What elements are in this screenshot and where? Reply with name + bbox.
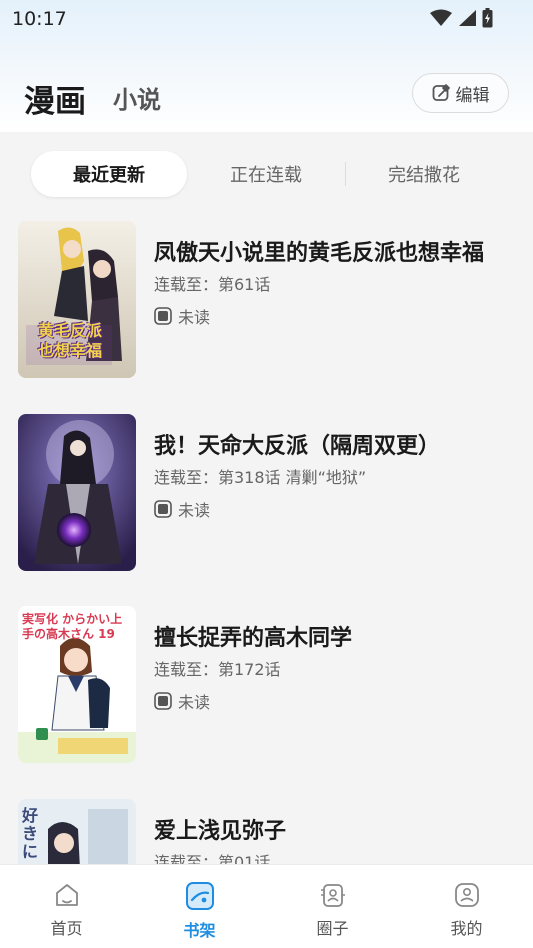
battery-icon <box>482 8 493 28</box>
tab-novels[interactable]: 小说 <box>113 80 161 115</box>
bottom-nav: 首页 书架 圈子 我的 <box>0 864 533 948</box>
tab-completed[interactable]: 完结撒花 <box>348 151 500 197</box>
nav-circle[interactable]: 圈子 <box>266 865 399 948</box>
comic-cover[interactable]: 好きに <box>18 799 136 864</box>
read-status: 未读 <box>154 689 210 713</box>
read-status-label: 未读 <box>178 308 211 327</box>
edit-icon <box>432 84 450 101</box>
nav-label: 书架 <box>183 921 216 940</box>
page-title-comics[interactable]: 漫画 <box>24 76 86 121</box>
tab-recent-updates[interactable]: 最近更新 <box>31 151 187 197</box>
circle-icon <box>320 884 345 907</box>
cover-text: 実写化 からかい上手の高木さん 19 <box>22 612 123 641</box>
unread-icon <box>154 307 172 325</box>
tab-label: 完结撒花 <box>388 165 460 186</box>
filter-tabs: 最近更新 正在连载 完结撒花 <box>0 132 533 212</box>
comic-title[interactable]: 爱上浅见弥子 <box>154 813 514 845</box>
cover-text: 黄毛反派 也想幸福 <box>38 321 103 360</box>
edit-button-label: 编辑 <box>455 85 490 106</box>
top-header-area: 10:17 漫画 小说 编辑 <box>0 0 533 132</box>
comic-list-item[interactable]: 黄毛反派 也想幸福 凤傲天小说里的黄毛反派也想幸福 连载至：第61话 未读 <box>0 221 533 381</box>
signal-icon <box>459 10 476 26</box>
comic-progress: 连载至：第172话 <box>154 660 281 679</box>
cover-text: 好きに <box>22 806 39 861</box>
tab-ongoing[interactable]: 正在连载 <box>190 151 342 197</box>
edit-button[interactable]: 编辑 <box>412 73 509 113</box>
comic-progress: 连载至：第01话 <box>154 853 271 864</box>
nav-bookshelf[interactable]: 书架 <box>133 865 266 948</box>
read-status-label: 未读 <box>178 501 211 520</box>
status-bar: 10:17 <box>0 0 533 38</box>
comic-cover[interactable] <box>18 414 136 571</box>
nav-label: 首页 <box>50 919 83 938</box>
wifi-icon <box>430 9 452 26</box>
comic-list: 黄毛反派 也想幸福 凤傲天小说里的黄毛反派也想幸福 连载至：第61话 未读 我！… <box>0 212 533 864</box>
comic-cover[interactable]: 実写化 からかい上手の高木さん 19 <box>18 606 136 763</box>
unread-icon <box>154 692 172 710</box>
status-icons <box>430 8 493 28</box>
comic-list-item[interactable]: 好きに 爱上浅见弥子 连载至：第01话 <box>0 799 533 864</box>
read-status-label: 未读 <box>178 693 211 712</box>
status-time: 10:17 <box>12 8 67 30</box>
tab-label: 最近更新 <box>73 165 145 186</box>
read-status: 未读 <box>154 497 210 521</box>
comic-list-item[interactable]: 我！天命大反派（隔周双更） 连载至：第318话 清剿“地狱” 未读 <box>0 414 533 574</box>
home-icon <box>55 884 78 906</box>
comic-title[interactable]: 擅长捉弄的高木同学 <box>154 620 514 652</box>
nav-label: 我的 <box>450 919 483 938</box>
comic-progress: 连载至：第61话 <box>154 275 271 294</box>
tab-divider <box>345 162 346 186</box>
read-status: 未读 <box>154 304 210 328</box>
unread-icon <box>154 500 172 518</box>
tab-label: 正在连载 <box>230 165 302 186</box>
nav-home[interactable]: 首页 <box>0 865 133 948</box>
comic-cover[interactable]: 黄毛反派 也想幸福 <box>18 221 136 378</box>
bookshelf-icon <box>185 882 214 910</box>
nav-profile[interactable]: 我的 <box>400 865 533 948</box>
comic-list-item[interactable]: 実写化 からかい上手の高木さん 19 擅长捉弄的高木同学 连载至：第172话 未… <box>0 606 533 766</box>
comic-progress: 连载至：第318话 清剿“地狱” <box>154 468 367 487</box>
comic-title[interactable]: 我！天命大反派（隔周双更） <box>154 428 514 460</box>
nav-label: 圈子 <box>316 919 349 938</box>
comic-title[interactable]: 凤傲天小说里的黄毛反派也想幸福 <box>154 235 514 267</box>
profile-icon <box>454 883 479 907</box>
